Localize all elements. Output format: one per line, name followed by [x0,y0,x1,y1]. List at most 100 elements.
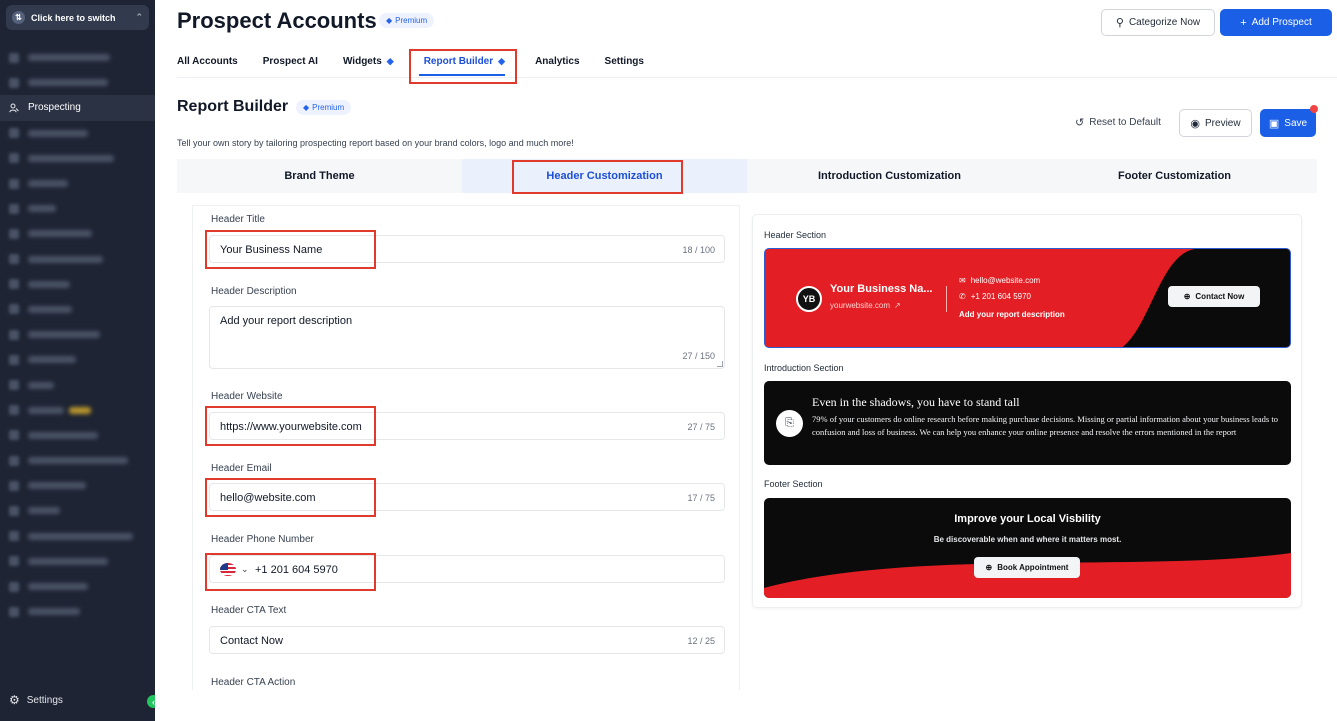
highlight-box [512,160,683,194]
sidebar-item[interactable] [0,498,155,523]
sidebar-item[interactable] [0,423,155,448]
nav-icon [9,228,19,239]
sidebar-item[interactable] [0,121,155,146]
sidebar-item[interactable] [0,297,155,322]
chevron-updown-icon: ⌃ [135,12,143,22]
sidebar-item-label: Settings [26,694,63,706]
highlight-box [205,406,376,446]
nav-icon [9,52,19,63]
highlight-box [409,49,517,84]
sidebar-item[interactable] [0,549,155,574]
gear-icon: ⚙ [9,693,20,707]
nav-icon [9,153,19,164]
nav-icon [9,380,19,391]
contact-now-button[interactable]: ⊕ Contact Now [1168,286,1260,307]
account-switcher[interactable]: ⇅ Click here to switch ⌃ [6,5,149,30]
nav-icon [9,254,19,265]
header-cta-text-input[interactable]: Contact Now 12 / 25 [209,626,725,654]
tab-all-accounts[interactable]: All Accounts [177,49,238,74]
sidebar-item[interactable] [0,473,155,498]
sidebar: ⇅ Click here to switch ⌃ Prospecting ⚙ S… [0,0,155,721]
customization-tabs: Brand Theme Header Customization Introdu… [177,159,1317,193]
preview-button[interactable]: ◉ Preview [1179,109,1252,137]
header-email: ✉ hello@website.com [959,276,1041,285]
add-prospect-button[interactable]: + Add Prospect [1220,9,1332,36]
diamond-icon: ◆ [303,103,310,112]
tab-settings[interactable]: Settings [605,49,644,74]
footer-section-label: Footer Section [764,479,823,489]
header-phone-label: Header Phone Number [211,534,314,545]
reset-to-default-button[interactable]: ↺ Reset to Default [1075,116,1161,129]
categorize-now-button[interactable]: ⚲ Categorize Now [1101,9,1215,36]
save-button[interactable]: ▣ Save [1260,109,1316,137]
nav-icon [9,405,19,416]
sidebar-item[interactable] [0,171,155,196]
char-count: 27 / 150 [682,351,715,361]
eye-icon: ◉ [1190,117,1201,130]
diamond-icon: ◆ [386,56,394,66]
sidebar-item[interactable] [0,70,155,95]
business-website: yourwebsite.com ↗ [830,301,901,310]
nav-icon [9,480,19,491]
header-description: Add your report description [959,310,1065,319]
sidebar-item[interactable] [0,448,155,473]
footer-title: Improve your Local Visbility [954,513,1101,525]
nav-icon [9,556,19,567]
book-appointment-button[interactable]: ⊕ Book Appointment [974,557,1080,578]
sidebar-item[interactable] [0,599,155,624]
sidebar-item[interactable] [0,524,155,549]
header-section-label: Header Section [764,230,827,240]
header-cta-text-label: Header CTA Text [211,605,287,616]
tab-analytics[interactable]: Analytics [535,49,579,74]
char-count: 18 / 100 [682,245,715,255]
nav-icon [9,329,19,340]
tab-prospect-ai[interactable]: Prospect AI [263,49,318,74]
nav-icon [9,304,19,315]
sidebar-item-settings[interactable]: ⚙ Settings [9,693,63,707]
user-tag-icon: ⚲ [1115,17,1124,29]
header-description-textarea[interactable]: Add your report description 27 / 150 [209,306,725,369]
char-count: 27 / 75 [687,422,715,432]
tab-introduction-customization[interactable]: Introduction Customization [747,159,1032,193]
sidebar-item[interactable] [0,247,155,272]
intro-title: Even in the shadows, you have to stand t… [812,395,1020,409]
sidebar-item[interactable] [0,45,155,70]
resize-handle-icon[interactable] [717,361,723,367]
business-name: Your Business Na... [830,283,933,295]
premium-badge: ◆ Premium [379,13,435,28]
header-description-label: Header Description [211,286,297,297]
nav-icon [9,505,19,516]
tab-footer-customization[interactable]: Footer Customization [1032,159,1317,193]
globe-icon: ⊕ [985,563,993,572]
sidebar-item-prospecting[interactable]: Prospecting [0,95,155,121]
intro-section-label: Introduction Section [764,363,844,373]
sidebar-item[interactable] [0,347,155,372]
nav-icon [9,606,19,617]
sidebar-item[interactable] [0,322,155,347]
nav-icon [9,203,19,214]
char-count: 17 / 75 [687,493,715,503]
sidebar-item[interactable] [0,574,155,599]
globe-icon: ⊕ [1183,292,1191,301]
sidebar-item[interactable] [0,398,155,423]
sidebar-item[interactable] [0,372,155,397]
sidebar-item[interactable] [0,221,155,246]
reset-icon: ↺ [1075,117,1085,129]
sidebar-item[interactable] [0,272,155,297]
sidebar-item[interactable] [0,146,155,171]
nav-icon [9,128,19,139]
highlight-box [205,553,376,591]
sidebar-item[interactable] [0,196,155,221]
highlight-box [205,230,376,269]
nav-icon [9,354,19,365]
tab-widgets[interactable]: Widgets ◆ [343,49,394,74]
nav-icon [9,455,19,466]
tab-brand-theme[interactable]: Brand Theme [177,159,462,193]
nav-icon [9,581,19,592]
nav-icon [9,531,19,542]
highlight-box [205,478,376,517]
divider [946,286,947,312]
page-title: Prospect Accounts [177,8,377,33]
header-preview-card: YB Your Business Na... yourwebsite.com ↗ … [764,248,1291,348]
phone-icon: ✆ [959,292,966,301]
